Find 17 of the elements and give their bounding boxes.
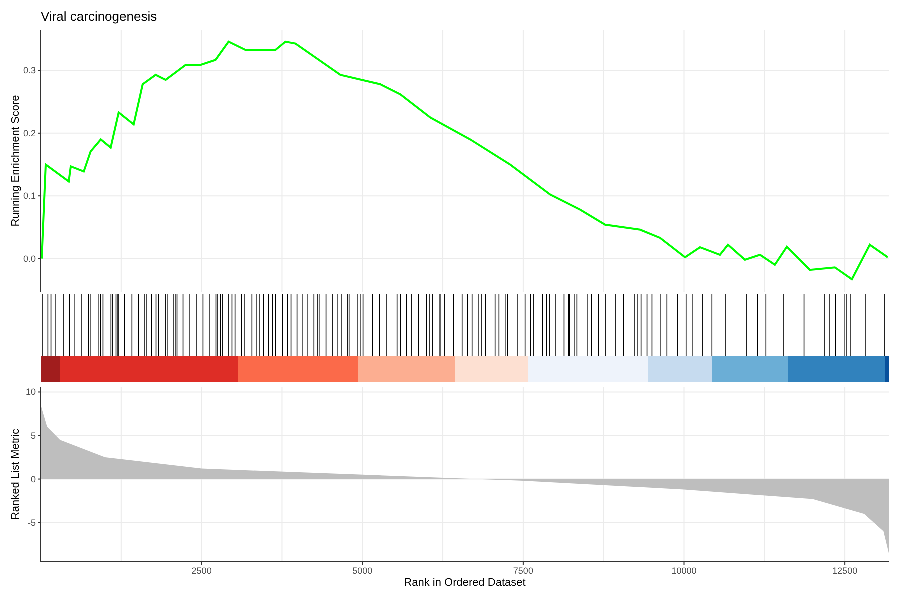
y-axis-title: Ranked List Metric xyxy=(10,428,22,520)
x-tick-label: 2500 xyxy=(192,566,212,576)
y-tick-label: 0.2 xyxy=(23,128,36,138)
y-tick-label: 5 xyxy=(30,430,36,441)
y-tick-label: 0 xyxy=(30,474,36,484)
x-tick-label: 5000 xyxy=(352,566,373,576)
x-tick-label: 12500 xyxy=(832,566,858,576)
y-tick-label: -5 xyxy=(28,518,36,528)
x-tick-label: 10000 xyxy=(672,566,697,576)
x-tick-label: 7500 xyxy=(513,566,534,576)
y-tick-label: 0.1 xyxy=(23,191,36,202)
y-tick-label: 0.0 xyxy=(23,254,36,264)
y-axis-title: Running Enrichment Score xyxy=(10,95,22,227)
chart-title: Viral carcinogenesis xyxy=(41,9,158,24)
y-tick-label: 10 xyxy=(26,387,36,398)
y-tick-label: 0.3 xyxy=(23,66,36,76)
x-axis-title: Rank in Ordered Dataset xyxy=(404,577,526,589)
